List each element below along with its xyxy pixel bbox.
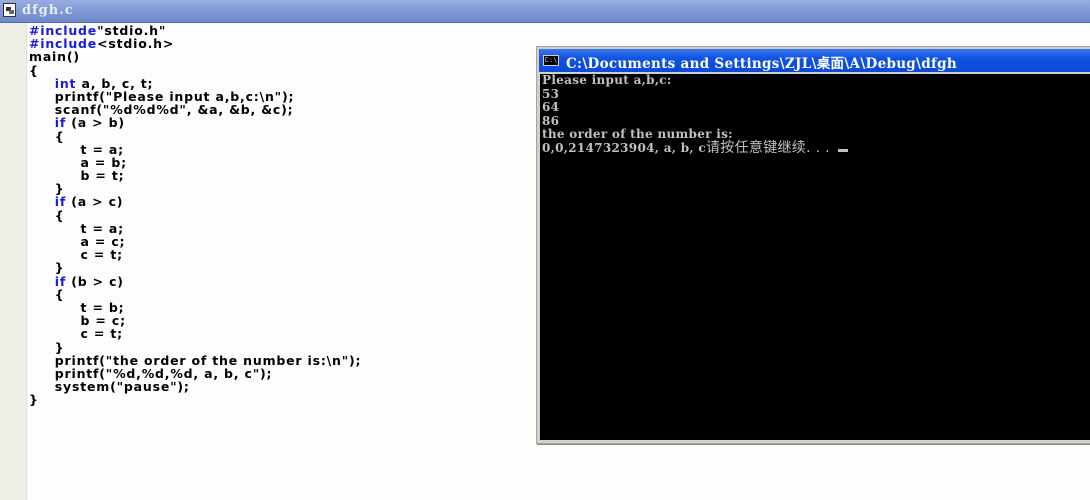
code-line: if (b > c) — [29, 273, 549, 289]
code-text: c = t; — [80, 247, 123, 263]
editor-gutter — [0, 23, 27, 500]
editor-file-title: dfgh.c — [22, 3, 74, 18]
code-line: c = t; — [29, 248, 549, 261]
cmd-icon: C:\ — [543, 55, 559, 66]
pause-prompt: 请按任意键继续. . . — [706, 139, 830, 156]
text-cursor — [837, 148, 848, 152]
console-window[interactable]: C:\ C:\Documents and Settings\ZJL\桌面\A\D… — [536, 46, 1090, 444]
code-text: c = t; — [80, 326, 123, 342]
document-icon — [3, 3, 16, 17]
code-line: #include<stdio.h> — [29, 37, 549, 50]
code-text: b = t; — [80, 168, 125, 184]
code-text: (a > b) — [66, 115, 125, 131]
console-output-line: 64 — [542, 100, 560, 115]
console-output-line: 0,0,2147323904, a, b, c请按任意键继续. . . — [540, 139, 1090, 156]
program-output-values: 0,0,2147323904, a, b, c — [542, 140, 706, 155]
console-output: Please input a,b,c: 53 64 86 the order of th… — [540, 73, 1090, 440]
code-text: system("pause"); — [54, 379, 190, 395]
code-editor[interactable]: #include"stdio.h" #include<stdio.h> main()… — [29, 24, 549, 406]
code-line: if (a > b) — [29, 116, 549, 129]
code-text: (b > c) — [66, 273, 124, 289]
code-line: if (a > c) — [29, 195, 549, 208]
code-line: system("pause"); — [29, 380, 549, 393]
code-text: } — [29, 392, 39, 408]
code-line: b = t; — [29, 169, 549, 182]
console-output-line: Please input a,b,c: — [542, 73, 672, 87]
code-line: c = t; — [29, 327, 549, 340]
console-output-line: 53 — [542, 86, 560, 101]
code-text: (a > c) — [66, 194, 124, 210]
code-text: <stdio.h> — [97, 36, 175, 52]
console-output-line: 86 — [542, 113, 560, 128]
editor-title-bar: dfgh.c — [0, 0, 1090, 23]
console-title-bar[interactable]: C:\ C:\Documents and Settings\ZJL\桌面\A\D… — [539, 49, 1090, 72]
code-line: main() — [29, 50, 549, 63]
console-title: C:\Documents and Settings\ZJL\桌面\A\Debug… — [566, 56, 957, 72]
code-line: } — [29, 393, 549, 406]
